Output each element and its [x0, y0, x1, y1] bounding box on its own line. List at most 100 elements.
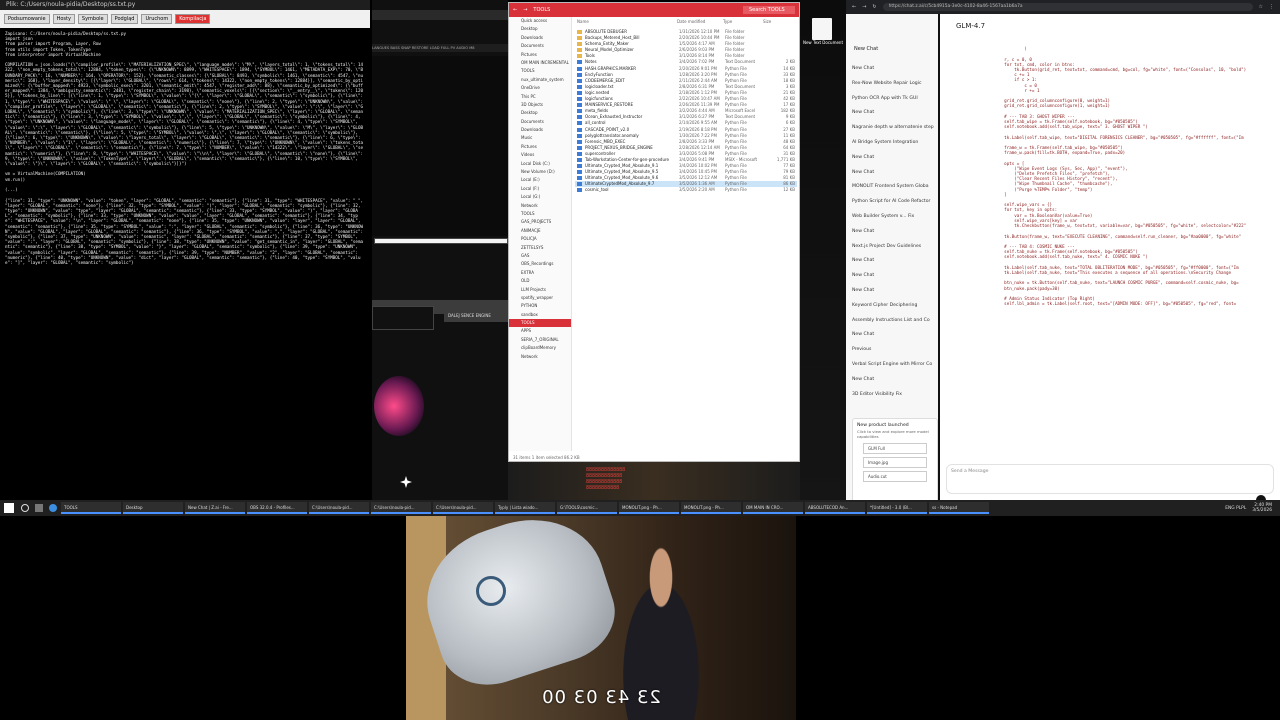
chat-history-item[interactable]: New Chat	[846, 225, 938, 240]
nav-item[interactable]: spotify_wrapper	[509, 294, 571, 302]
editor-text[interactable]: Zapisano: C:/Users/noula-pidia/Desktop/s…	[0, 28, 370, 268]
model-name[interactable]: GLM-4.7	[956, 22, 985, 30]
chat-history-item[interactable]: New Chat	[846, 151, 938, 166]
nav-item[interactable]: ANIMACJE	[509, 227, 571, 235]
card-option[interactable]: Image.jpg	[863, 457, 927, 468]
chat-history-item[interactable]: New Chat	[846, 166, 938, 181]
chat-history-item[interactable]: New Chat	[846, 373, 938, 388]
taskbar-app-button[interactable]: *[Untitled] - 3.0 (Bl...	[867, 502, 927, 514]
message-input[interactable]: Send a Message	[946, 464, 1274, 494]
chat-history-item[interactable]: New Chat	[846, 284, 938, 299]
nav-item[interactable]: Downloads	[509, 126, 571, 134]
nav-item[interactable]: Music	[509, 134, 571, 142]
star-icon[interactable]: ☆	[1259, 4, 1263, 10]
nav-item[interactable]: POLICJA	[509, 235, 571, 243]
nav-item[interactable]: PYTHON	[509, 302, 571, 310]
chat-history-item[interactable]: Python Script for AI Code Refactor	[846, 195, 938, 210]
nav-item[interactable]: This PC	[509, 93, 571, 101]
taskbar-app-button[interactable]: ABSOLUTECOD An...	[805, 502, 865, 514]
nav-item[interactable]: Pictures	[509, 143, 571, 151]
start-button[interactable]	[4, 503, 14, 513]
taskbar-app-button[interactable]: MONOLIT.png - Ph...	[619, 502, 679, 514]
col-size-header[interactable]: Size	[763, 19, 793, 27]
nav-item[interactable]: Desktop	[509, 109, 571, 117]
card-option[interactable]: Audio.cut	[863, 471, 927, 482]
chat-history-item[interactable]: Nagranie depth w alternatenie step	[846, 121, 938, 136]
desktop-icon-label[interactable]: New Text Document	[802, 40, 844, 45]
file-row[interactable]: cosmic_tool 3/5/2026 2:20 AM Python File 12…	[575, 187, 797, 193]
python-editor-window[interactable]: Plik: C:/Users/noula-pidia/Desktop/ss.tx…	[0, 0, 370, 500]
nav-item[interactable]: Downloads	[509, 34, 571, 42]
nav-item[interactable]: sandbox	[509, 311, 571, 319]
chat-history-item[interactable]: Verbal Script Engine with Mirror Co	[846, 358, 938, 373]
explorer-path[interactable]: TOOLS	[533, 7, 550, 13]
chat-history-item[interactable]: Python OCR App with Tk GUI	[846, 92, 938, 107]
summary-button[interactable]: Podsumowanie	[4, 14, 50, 24]
col-name-header[interactable]: Name	[577, 19, 677, 27]
nav-item[interactable]: GAS_PROJECTS	[509, 218, 571, 226]
chat-history-item[interactable]: New Chat	[846, 106, 938, 121]
nav-item[interactable]: OLD	[509, 277, 571, 285]
chat-history-item[interactable]: MONOLIT Frontend System Globa	[846, 180, 938, 195]
nav-item[interactable]: Local (E:)	[509, 176, 571, 184]
chat-history-item[interactable]: Keyword Cipher Deciphering	[846, 299, 938, 314]
nav-item[interactable]: 3D Objects	[509, 101, 571, 109]
taskbar-app-button[interactable]: Typly | Lista wiado...	[495, 502, 555, 514]
announcement-card[interactable]: New product launched Click to view and e…	[852, 418, 938, 506]
chat-history-item[interactable]: 3D Editor Visibility Fix	[846, 388, 938, 403]
language-indicator[interactable]: ENG PLPL	[1225, 506, 1246, 511]
card-option[interactable]: GLM Full	[863, 443, 927, 454]
chat-history-item[interactable]: Next.js Project Dev Guidelines	[846, 240, 938, 255]
nav-item[interactable]: GAS	[509, 252, 571, 260]
forward-arrow-icon[interactable]: →	[523, 7, 527, 13]
nav-item[interactable]: Local (F:)	[509, 185, 571, 193]
forward-icon[interactable]: →	[862, 4, 866, 10]
browser-window[interactable]: ← → ↻ https://chat.z.ai/c/5cb4915a-3e0c-…	[846, 0, 1280, 506]
nav-item[interactable]: SERIA_7_ORIGINAL	[509, 336, 571, 344]
chat-history-list[interactable]: New Chat Rex-Now Website Repair Logic Pyth…	[846, 62, 938, 402]
nav-item[interactable]: ZETTELSYS	[509, 244, 571, 252]
nav-item[interactable]: LLM Projects	[509, 286, 571, 294]
search-icon[interactable]	[21, 504, 29, 512]
back-arrow-icon[interactable]: ←	[513, 7, 517, 13]
taskbar-app-button[interactable]: OBS 32.0.4 - Profiles...	[247, 502, 307, 514]
hosts-button[interactable]: Hosty	[52, 14, 75, 24]
explorer-nav-pane[interactable]: Quick access Desktop Downloads Documents Pic…	[509, 17, 572, 451]
taskbar-app-button[interactable]: G:\TOOLS\cosmic...	[557, 502, 617, 514]
chat-history-item[interactable]: Web Builder System v... Fix	[846, 210, 938, 225]
compile-button[interactable]: Kompilacja	[175, 14, 211, 24]
chat-history-item[interactable]: Previous	[846, 343, 938, 358]
taskbar-app-button[interactable]: C:\Users\noula-pid...	[433, 502, 493, 514]
nav-item[interactable]: EXTRA	[509, 269, 571, 277]
chat-history-item[interactable]: Assembly Instructions List and Co	[846, 314, 938, 329]
nav-item[interactable]: clipBoardMemory	[509, 344, 571, 352]
chat-history-item[interactable]: New Chat	[846, 62, 938, 77]
nav-item[interactable]: Desktop	[509, 25, 571, 33]
address-bar[interactable]: https://chat.z.ai/c/5cb4915a-3e0c-4102-8…	[882, 3, 1253, 11]
chat-history-item[interactable]: New Chat	[846, 254, 938, 269]
run-button[interactable]: Uruchom	[141, 14, 173, 24]
nav-item[interactable]: OM MAIN INCREMENTAL	[509, 59, 571, 67]
chat-history-item[interactable]: Rex-Now Website Repair Logic	[846, 77, 938, 92]
nav-item[interactable]: TOOLS	[509, 67, 571, 75]
nav-item[interactable]: Pictures	[509, 51, 571, 59]
nav-item[interactable]: TOOLS	[509, 210, 571, 218]
nav-item[interactable]: Videos	[509, 151, 571, 159]
reload-icon[interactable]: ↻	[872, 4, 876, 10]
text-document-icon[interactable]	[812, 18, 832, 40]
menu-icon[interactable]: ⋮	[1269, 4, 1274, 10]
chat-history-item[interactable]: AI Bridge System Integration	[846, 136, 938, 151]
taskbar-app-button[interactable]: ss - Notepad	[929, 502, 989, 514]
taskbar-app-button[interactable]: OM MAIN IN CRO...	[743, 502, 803, 514]
chat-history-item[interactable]: New Chat	[846, 269, 938, 284]
nav-item[interactable]: APPS	[509, 327, 571, 335]
clock[interactable]: 2:40 PM 3/5/2026	[1252, 503, 1272, 513]
taskbar-app-button[interactable]: New Chat | Z.ai - Fre...	[185, 502, 245, 514]
file-explorer-window[interactable]: ← → TOOLS Search TOOLS Name Date modifie…	[508, 2, 800, 462]
nav-item[interactable]: Quick access	[509, 17, 571, 25]
taskbar-app-button[interactable]: Desktop	[123, 502, 183, 514]
symbols-button[interactable]: Symbole	[77, 14, 108, 24]
preview-button[interactable]: Podgląd	[110, 14, 139, 24]
chat-history-item[interactable]: New Chat	[846, 328, 938, 343]
nav-item[interactable]: Network	[509, 353, 571, 361]
